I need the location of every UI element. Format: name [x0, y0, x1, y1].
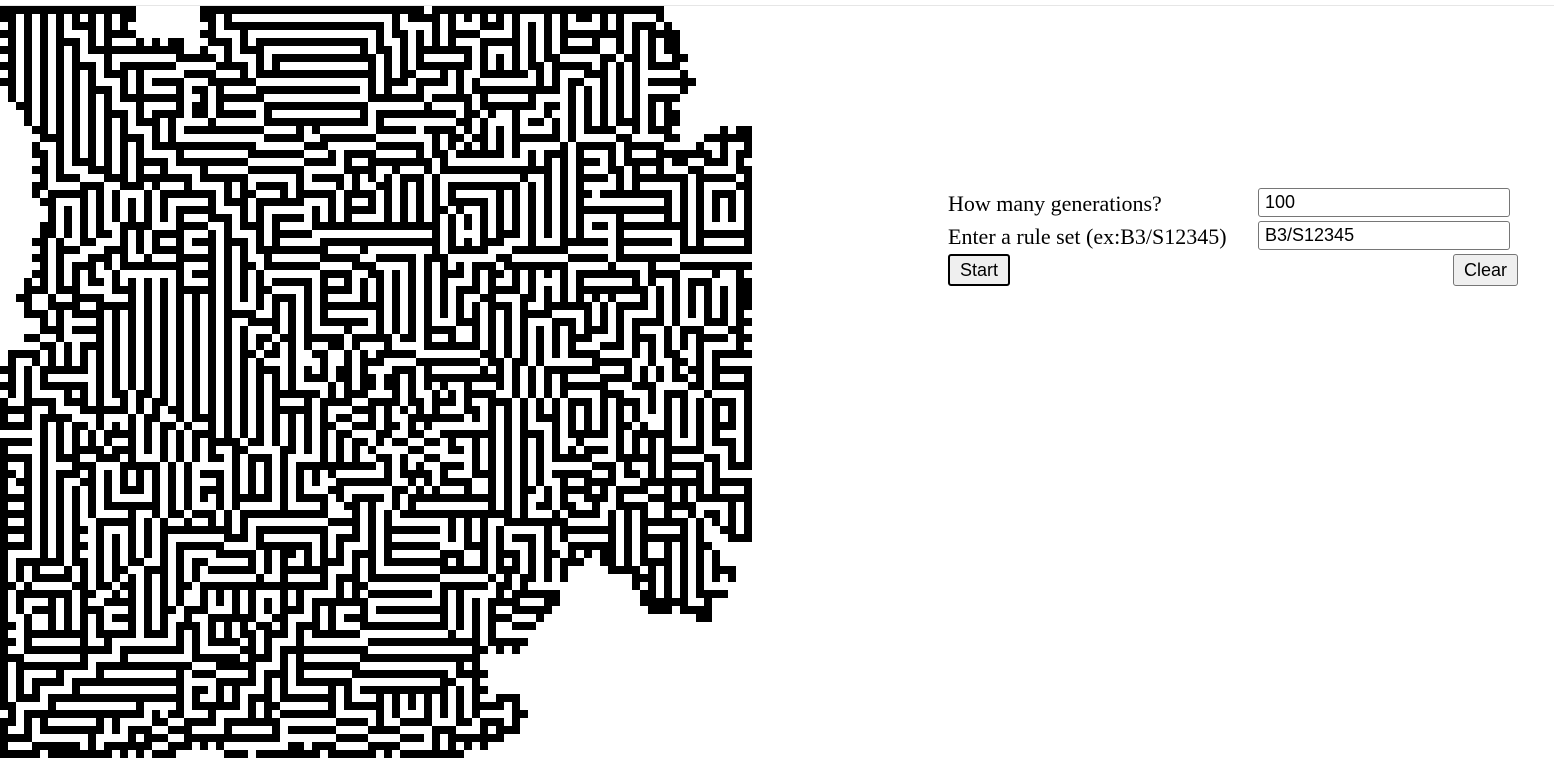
generations-row: How many generations? [948, 188, 1518, 221]
clear-button[interactable]: Clear [1452, 254, 1518, 286]
button-row: Start Clear [948, 254, 1518, 288]
rule-row: Enter a rule set (ex:B3/S12345) [948, 221, 1518, 254]
rule-input[interactable] [1258, 221, 1510, 250]
control-panel: How many generations? Enter a rule set (… [948, 188, 1518, 288]
generations-label: How many generations? [948, 191, 1162, 216]
generations-input[interactable] [1258, 188, 1510, 217]
start-button[interactable]: Start [948, 254, 1011, 286]
rule-label: Enter a rule set (ex:B3/S12345) [948, 224, 1227, 249]
life-grid-canvas[interactable] [0, 6, 752, 758]
